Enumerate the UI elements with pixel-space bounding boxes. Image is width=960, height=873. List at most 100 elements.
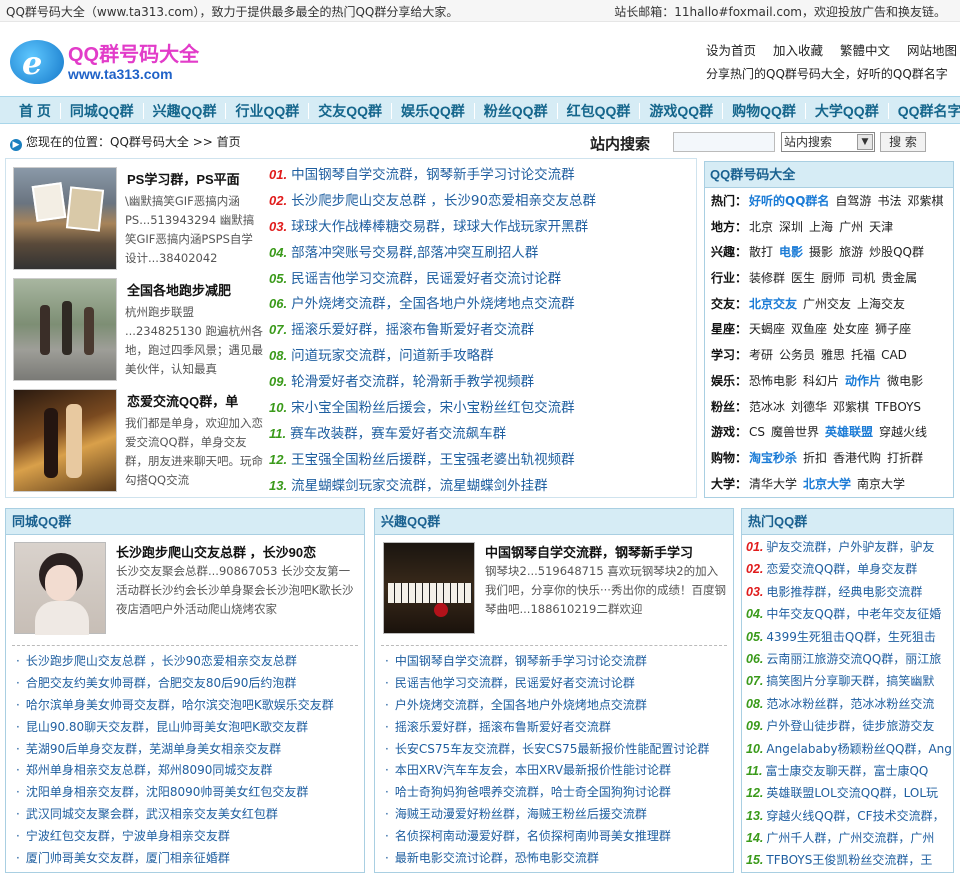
featured-thumbnail-runners[interactable] bbox=[13, 278, 117, 381]
panel-feature-title[interactable]: 长沙跑步爬山交友总群 ，长沙90恋 bbox=[116, 542, 360, 561]
list-item[interactable]: 合肥交友约美女帅哥群，合肥交友80后90后约泡群 bbox=[16, 672, 358, 694]
directory-link[interactable]: 狮子座 bbox=[875, 322, 911, 336]
directory-link[interactable]: 动作片 bbox=[845, 374, 881, 388]
directory-link[interactable]: 摄影 bbox=[809, 245, 833, 259]
directory-link[interactable]: 打折群 bbox=[887, 451, 923, 465]
search-button[interactable]: 搜 索 bbox=[880, 132, 926, 152]
search-scope-select[interactable]: 站内搜索 ▼ bbox=[781, 132, 875, 152]
nav-item[interactable]: 兴趣QQ群 bbox=[144, 103, 227, 119]
site-logo[interactable]: e QQ群号码大全 www.ta313.com bbox=[8, 36, 208, 88]
nav-item[interactable]: 交友QQ群 bbox=[309, 103, 393, 119]
list-item[interactable]: 长沙跑步爬山交友总群 ，长沙90恋爱相亲交友总群 bbox=[16, 650, 358, 672]
list-item-text[interactable]: 问道玩家交流群，问道新手攻略群 bbox=[291, 348, 494, 364]
directory-link[interactable]: 公务员 bbox=[779, 348, 815, 362]
list-item[interactable]: 02. 恋爱交流QQ群，单身交友群 bbox=[746, 558, 952, 580]
nav-item[interactable]: 同城QQ群 bbox=[61, 103, 144, 119]
directory-link[interactable]: 上海交友 bbox=[857, 297, 905, 311]
directory-link[interactable]: 医生 bbox=[791, 271, 815, 285]
list-item[interactable]: 中国钢琴自学交流群，钢琴新手学习讨论交流群 bbox=[385, 650, 727, 672]
list-item[interactable]: 10. Angelababy杨颖粉丝QQ群，Ang bbox=[746, 738, 952, 760]
panel-title[interactable]: 同城QQ群 bbox=[6, 509, 364, 535]
list-item-text[interactable]: Angelababy杨颖粉丝QQ群，Ang bbox=[766, 742, 952, 756]
directory-link[interactable]: 香港代购 bbox=[833, 451, 881, 465]
directory-link[interactable]: 北京交友 bbox=[749, 297, 797, 311]
directory-link[interactable]: 刘德华 bbox=[791, 400, 827, 414]
list-item-text[interactable]: 4399生死狙击QQ群，生死狙击 bbox=[766, 630, 935, 644]
list-item[interactable]: 长安CS75车友交流群，长安CS75最新报价性能配置讨论群 bbox=[385, 738, 727, 760]
list-item[interactable]: 02. 长沙爬步爬山交友总群 ，长沙90恋爱相亲交友总群 bbox=[269, 188, 694, 214]
list-item[interactable]: 04. 部落冲突账号交易群,部落冲突互刷招人群 bbox=[269, 240, 694, 266]
list-item-text[interactable]: 流星蝴蝶剑玩家交流群，流星蝴蝶剑外挂群 bbox=[291, 478, 548, 494]
directory-link[interactable]: CS bbox=[749, 425, 765, 439]
list-item[interactable]: 07. 摇滚乐爱好群，摇滚布鲁斯爱好者交流群 bbox=[269, 317, 694, 343]
list-item[interactable]: 厦门帅哥美女交友群，厦门相亲征婚群 bbox=[16, 847, 358, 869]
list-item-text[interactable]: 轮滑爱好者交流群，轮滑新手教学视频群 bbox=[291, 374, 534, 390]
list-item-text[interactable]: 范冰冰粉丝群，范冰冰粉丝交流 bbox=[766, 697, 934, 711]
directory-link[interactable]: 北京大学 bbox=[803, 477, 851, 491]
featured-thumbnail-city[interactable] bbox=[13, 167, 117, 270]
directory-link[interactable]: 范冰冰 bbox=[749, 400, 785, 414]
directory-link[interactable]: 贵金属 bbox=[881, 271, 917, 285]
directory-link[interactable]: 魔兽世界 bbox=[771, 425, 819, 439]
directory-link[interactable]: 处女座 bbox=[833, 322, 869, 336]
directory-link[interactable]: 散打 bbox=[749, 245, 773, 259]
list-item-text[interactable]: 驴友交流群，户外驴友群，驴友 bbox=[766, 540, 934, 554]
list-item[interactable]: 11. 赛车改装群，赛车爱好者交流飙车群 bbox=[269, 421, 694, 447]
list-item[interactable]: 08. 范冰冰粉丝群，范冰冰粉丝交流 bbox=[746, 693, 952, 715]
list-item[interactable]: 06. 户外烧烤交流群，全国各地户外烧烤地点交流群 bbox=[269, 291, 694, 317]
list-item[interactable]: 05. 民谣吉他学习交流群，民谣爱好者交流讨论群 bbox=[269, 266, 694, 292]
list-item[interactable]: 07. 搞笑图片分享聊天群，搞笑幽默 bbox=[746, 670, 952, 692]
directory-link[interactable]: 厨师 bbox=[821, 271, 845, 285]
nav-item[interactable]: 行业QQ群 bbox=[226, 103, 310, 119]
panel-feature-thumbnail[interactable] bbox=[383, 542, 475, 634]
directory-link[interactable]: 邓紫棋 bbox=[833, 400, 869, 414]
list-item-text[interactable]: 赛车改装群，赛车爱好者交流飙车群 bbox=[290, 426, 506, 442]
directory-link[interactable]: 南京大学 bbox=[857, 477, 905, 491]
featured-item[interactable]: 全国各地跑步减肥 杭州跑步联盟 ...234825130 跑遍杭州各地，跑过四季… bbox=[13, 278, 263, 381]
featured-title[interactable]: 全国各地跑步减肥 bbox=[127, 280, 263, 299]
list-item-text[interactable]: 部落冲突账号交易群,部落冲突互刷招人群 bbox=[291, 245, 538, 261]
list-item[interactable]: 摇滚乐爱好群，摇滚布鲁斯爱好者交流群 bbox=[385, 716, 727, 738]
directory-link[interactable]: 穿越火线 bbox=[879, 425, 927, 439]
list-item[interactable]: 13. 流星蝴蝶剑玩家交流群，流星蝴蝶剑外挂群 bbox=[269, 473, 694, 499]
directory-link[interactable]: 天蝎座 bbox=[749, 322, 785, 336]
directory-link[interactable]: 上海 bbox=[809, 220, 833, 234]
directory-link[interactable]: 微电影 bbox=[887, 374, 923, 388]
list-item-text[interactable]: 户外登山徒步群，徒步旅游交友 bbox=[766, 719, 934, 733]
directory-link[interactable]: 考研 bbox=[749, 348, 773, 362]
list-item[interactable]: 03. 电影推荐群，经典电影交流群 bbox=[746, 581, 952, 603]
list-item[interactable]: 15. TFBOYS王俊凯粉丝交流群，王 bbox=[746, 849, 952, 871]
list-item[interactable]: 昆山90.80聊天交友群，昆山帅哥美女泡吧K歌交友群 bbox=[16, 716, 358, 738]
directory-link[interactable]: 双鱼座 bbox=[791, 322, 827, 336]
list-item-text[interactable]: 搞笑图片分享聊天群，搞笑幽默 bbox=[766, 674, 934, 688]
traditional-chinese-link[interactable]: 繁體中文 bbox=[840, 43, 890, 58]
list-item[interactable]: 04. 中年交友QQ群，中老年交友征婚 bbox=[746, 603, 952, 625]
list-item[interactable]: 名侦探柯南动漫爱好群，名侦探柯南帅哥美女推理群 bbox=[385, 825, 727, 847]
list-item-text[interactable]: 长沙爬步爬山交友总群 ，长沙90恋爱相亲交友总群 bbox=[291, 193, 596, 209]
featured-title[interactable]: PS学习群，PS平面 bbox=[127, 169, 263, 188]
directory-link[interactable]: 司机 bbox=[851, 271, 875, 285]
nav-item[interactable]: 粉丝QQ群 bbox=[475, 103, 558, 119]
directory-link[interactable]: 科幻片 bbox=[803, 374, 839, 388]
panel-title[interactable]: 热门QQ群 bbox=[742, 509, 953, 535]
list-item[interactable]: 沈阳单身相亲交友群，沈阳8090帅哥美女红包交友群 bbox=[16, 781, 358, 803]
directory-link[interactable]: 淘宝秒杀 bbox=[749, 451, 797, 465]
nav-item[interactable]: 红包QQ群 bbox=[558, 103, 641, 119]
nav-item[interactable]: 游戏QQ群 bbox=[640, 103, 724, 119]
directory-link[interactable]: TFBOYS bbox=[875, 400, 921, 414]
list-item-text[interactable]: 云南丽江旅游交流QQ群，丽江旅 bbox=[766, 652, 941, 666]
list-item-text[interactable]: 摇滚乐爱好群，摇滚布鲁斯爱好者交流群 bbox=[291, 322, 534, 338]
list-item-text[interactable]: 穿越火线QQ群，CF技术交流群， bbox=[766, 809, 944, 823]
nav-item[interactable]: 购物QQ群 bbox=[723, 103, 806, 119]
nav-item[interactable]: 首 页 bbox=[10, 103, 61, 119]
list-item[interactable]: 哈尔滨单身美女帅哥交友群，哈尔滨交泡吧K歌娱乐交友群 bbox=[16, 694, 358, 716]
directory-link[interactable]: 电影 bbox=[779, 245, 803, 259]
panel-feature-thumbnail[interactable] bbox=[14, 542, 106, 635]
list-item[interactable]: 哈士奇狗妈狗爸喂养交流群，哈士奇全国狗狗讨论群 bbox=[385, 781, 727, 803]
featured-thumbnail-couple[interactable] bbox=[13, 389, 117, 492]
sitemap-link[interactable]: 网站地图 bbox=[907, 43, 957, 58]
panel-title[interactable]: 兴趣QQ群 bbox=[375, 509, 733, 535]
list-item[interactable]: 13. 穿越火线QQ群，CF技术交流群， bbox=[746, 805, 952, 827]
list-item-text[interactable]: TFBOYS王俊凯粉丝交流群，王 bbox=[766, 853, 932, 867]
directory-link[interactable]: 天津 bbox=[869, 220, 893, 234]
